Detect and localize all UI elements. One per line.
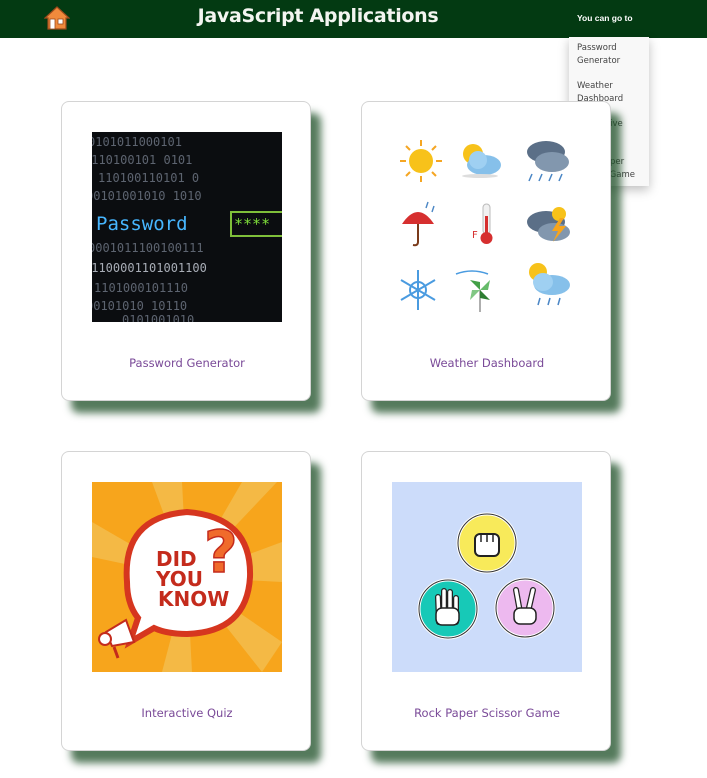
card-weather-dashboard[interactable]: F Weather Dashboard — [361, 101, 611, 401]
card-interactive-quiz[interactable]: DID YOU KNOW ? Interactive Quiz — [61, 451, 311, 751]
paper-hand-icon — [417, 578, 479, 640]
svg-text:110100110101 0: 110100110101 0 — [98, 171, 199, 185]
nav-item-password-generator[interactable]: Password Generator — [577, 42, 647, 67]
nav-item-label: Password — [577, 43, 617, 53]
scissor-hand-icon — [494, 577, 556, 639]
card-label: Password Generator — [129, 356, 245, 370]
svg-text:01100001101001100: 01100001101001100 — [92, 261, 207, 275]
app-title: JavaScript Applications — [197, 5, 439, 27]
weather-icons-image: F — [392, 132, 582, 322]
card-label: Interactive Quiz — [141, 706, 233, 720]
rock-fist-icon — [456, 512, 518, 574]
top-navigation-bar: JavaScript Applications You can go to — [0, 0, 707, 38]
svg-text:0001011100100111: 0001011100100111 — [92, 241, 204, 255]
svg-text:0110100101 0101: 0110100101 0101 — [92, 153, 192, 167]
svg-text:1101000101110: 1101000101110 — [94, 281, 188, 295]
card-rock-paper-scissor-game[interactable]: Rock Paper Scissor Game — [361, 451, 611, 751]
password-image: 0101011000101 0110100101 0101 1101001101… — [92, 132, 282, 322]
svg-text:00101010 10110: 00101010 10110 — [92, 299, 187, 313]
card-password-generator[interactable]: 0101011000101 0110100101 0101 1101001101… — [61, 101, 311, 401]
did-you-know-image: DID YOU KNOW ? — [92, 482, 282, 672]
svg-text:?: ? — [204, 518, 238, 586]
password-image-text: Password — [96, 213, 188, 235]
nav-menu-trigger[interactable]: You can go to — [577, 13, 633, 23]
svg-text:0101001010: 0101001010 — [122, 313, 194, 322]
svg-text:****: **** — [234, 215, 270, 233]
thermometer-f-text: F — [472, 230, 478, 241]
card-label: Weather Dashboard — [429, 356, 545, 370]
nav-item-label: Generator — [577, 55, 621, 66]
svg-text:00101001010 1010: 00101001010 1010 — [92, 189, 202, 203]
quiz-image-text-know: KNOW — [158, 587, 229, 611]
card-label: Rock Paper Scissor Game — [414, 706, 560, 720]
nav-item-label: Weather — [577, 81, 613, 91]
rock-paper-scissor-image — [392, 482, 582, 672]
svg-text:0101011000101: 0101011000101 — [92, 135, 182, 149]
